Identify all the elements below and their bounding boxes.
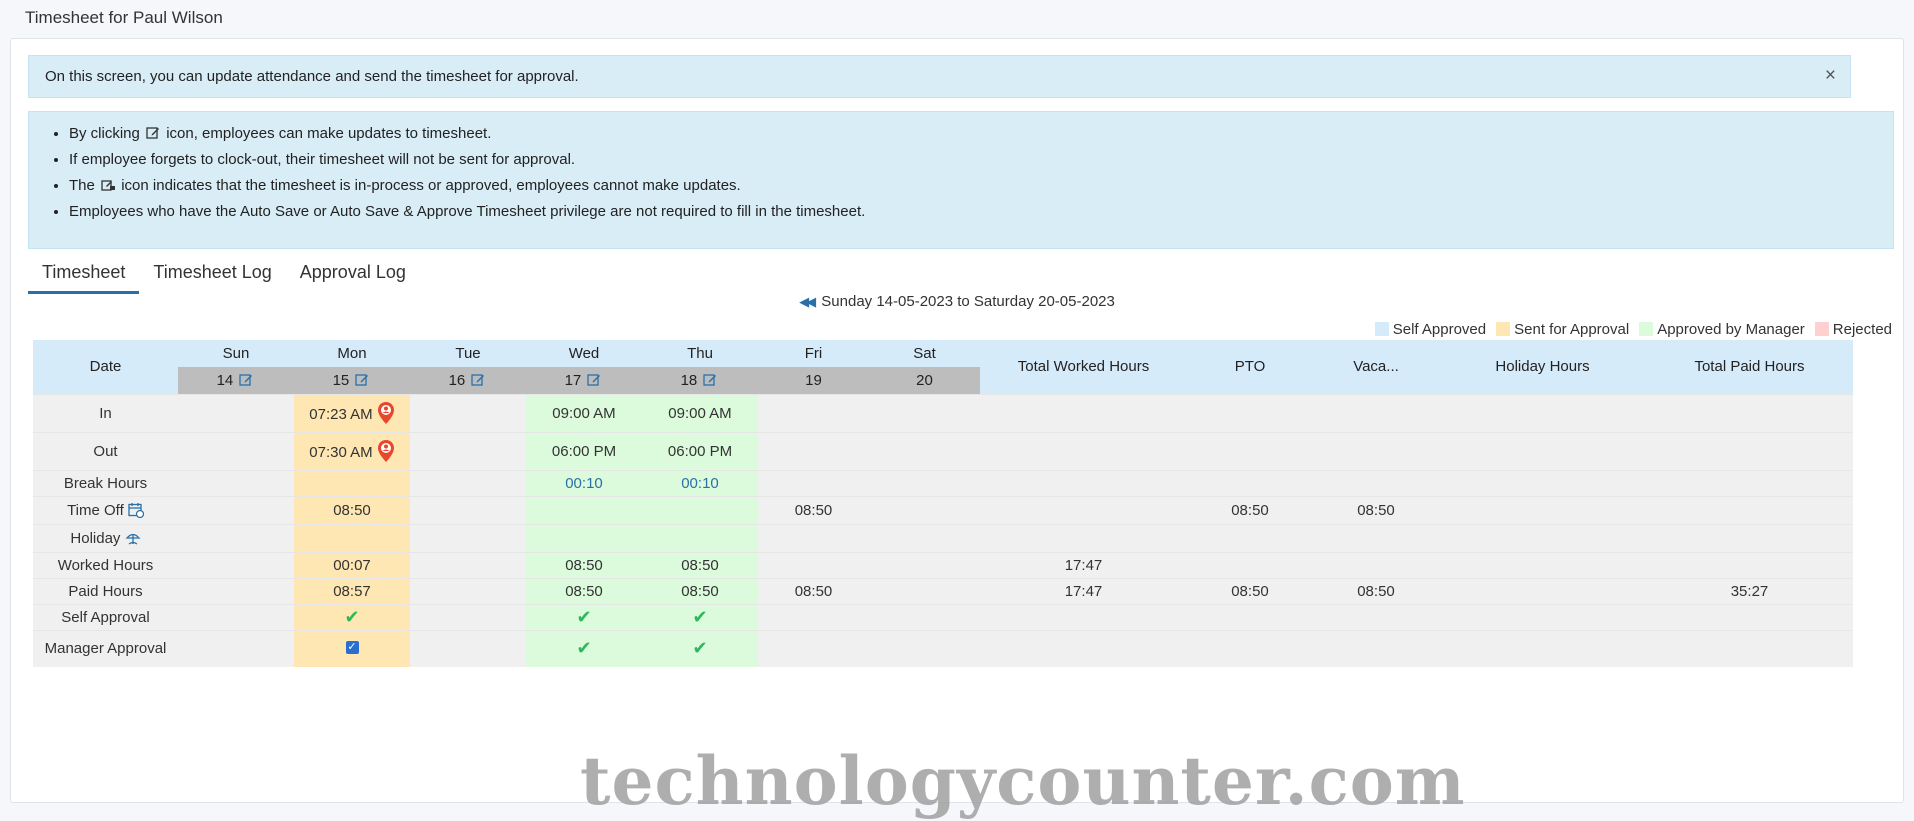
check-icon: ✔: [526, 603, 642, 630]
cell-paid-wed: 08:50: [526, 577, 642, 604]
instruction-item: By clicking icon, employees can make upd…: [69, 126, 1877, 142]
day-header-sun: Sun: [222, 345, 250, 362]
locked-edit-icon: [101, 180, 116, 191]
day-header-fri: Fri: [804, 345, 823, 362]
legend-approved-by-manager: Approved by Manager: [1639, 321, 1805, 338]
day-header-sat: Sat: [913, 345, 936, 362]
day-num-mon[interactable]: 15: [294, 367, 410, 394]
day-header-thu: Thu: [687, 345, 713, 362]
cell-paid-thu: 08:50: [642, 577, 758, 604]
cell-in-wed: 09:00 AM: [526, 393, 642, 432]
rewind-icon[interactable]: ◀◀: [799, 294, 816, 309]
cell-out-wed: 06:00 PM: [526, 431, 642, 470]
day-num-sun[interactable]: 14: [178, 367, 294, 394]
cell-worked-mon: 00:07: [294, 551, 410, 578]
cell-in-thu: 09:00 AM: [642, 393, 758, 432]
day-header-tue: Tue: [455, 345, 481, 362]
edit-icon: [146, 127, 160, 139]
cell-out-thu: 06:00 PM: [642, 431, 758, 470]
check-icon: ✔: [526, 629, 642, 667]
timesheet-table: Date Sun Mon Tue Wed Thu Fri Sat Total W…: [33, 340, 1853, 667]
legend-rejected: Rejected: [1814, 321, 1892, 338]
edit-icon[interactable]: [703, 373, 717, 386]
row-label-paid: Paid Hours: [33, 577, 178, 604]
row-label-in: In: [33, 393, 178, 432]
day-header-wed: Wed: [568, 345, 600, 362]
tab-approval-log[interactable]: Approval Log: [286, 262, 420, 294]
legend-self-approved: Self Approved: [1374, 321, 1486, 338]
cell-timeoff-fri: 08:50: [758, 495, 869, 524]
week-navigator: ◀◀ Sunday 14-05-2023 to Saturday 20-05-2…: [0, 293, 1914, 310]
week-range-label: Sunday 14-05-2023 to Saturday 20-05-2023: [821, 293, 1115, 310]
cell-paid-fri: 08:50: [758, 577, 869, 604]
edit-icon[interactable]: [355, 373, 369, 386]
total-paid-header: Total Paid Hours: [1694, 358, 1805, 376]
page-title: Timesheet for Paul Wilson: [25, 8, 223, 27]
check-icon: ✔: [294, 603, 410, 630]
info-alert: On this screen, you can update attendanc…: [28, 55, 1851, 98]
pto-header: PTO: [1234, 358, 1266, 376]
location-pin-icon[interactable]: [377, 439, 395, 463]
vacation-header: Vaca...: [1353, 358, 1399, 376]
cell-paid-mon: 08:57: [294, 577, 410, 604]
day-num-fri: 19: [758, 367, 869, 394]
cell-paid-total: 17:47: [980, 577, 1187, 604]
calendar-icon[interactable]: [128, 502, 145, 518]
cell-worked-wed: 08:50: [526, 551, 642, 578]
row-label-out: Out: [33, 431, 178, 470]
day-num-wed[interactable]: 17: [526, 367, 642, 394]
row-label-break: Break Hours: [33, 469, 178, 496]
cell-paid-vac: 08:50: [1313, 577, 1439, 604]
cell-out-mon: 07:30 AM: [294, 431, 410, 470]
edit-icon[interactable]: [239, 373, 253, 386]
total-worked-header: Total Worked Hours: [1017, 358, 1150, 376]
tab-timesheet-log[interactable]: Timesheet Log: [139, 262, 285, 294]
cell-paid-pto: 08:50: [1187, 577, 1313, 604]
instruction-item: If employee forgets to clock-out, their …: [69, 152, 1877, 168]
row-label-holiday: Holiday: [33, 523, 178, 552]
cell-timeoff-vac: 08:50: [1313, 495, 1439, 524]
row-label-worked: Worked Hours: [33, 551, 178, 578]
row-label-manager-approval: Manager Approval: [33, 629, 178, 667]
cell-in-mon: 07:23 AM: [294, 393, 410, 432]
check-icon: ✔: [642, 629, 758, 667]
check-icon: ✔: [642, 603, 758, 630]
cell-total-paid: 35:27: [1646, 577, 1853, 604]
edit-icon[interactable]: [587, 373, 601, 386]
row-label-self-approval: Self Approval: [33, 603, 178, 630]
day-num-thu[interactable]: 18: [642, 367, 758, 394]
watermark: technologycounter.com: [580, 742, 1466, 820]
alert-message: On this screen, you can update attendanc…: [45, 68, 579, 85]
cell-break-wed[interactable]: 00:10: [526, 469, 642, 496]
status-legend: Self Approved Sent for Approval Approved…: [1374, 321, 1892, 338]
location-pin-icon[interactable]: [377, 401, 395, 425]
cell-break-thu[interactable]: 00:10: [642, 469, 758, 496]
row-label-time-off: Time Off: [33, 495, 178, 524]
day-num-sat: 20: [869, 367, 980, 394]
date-header: Date: [89, 358, 122, 376]
day-num-tue[interactable]: 16: [410, 367, 526, 394]
tab-bar: Timesheet Timesheet Log Approval Log: [28, 262, 420, 294]
cell-worked-total: 17:47: [980, 551, 1187, 578]
holiday-hours-header: Holiday Hours: [1495, 358, 1590, 376]
instructions-box: By clicking icon, employees can make upd…: [28, 111, 1894, 249]
manager-approval-mon[interactable]: ✓: [294, 629, 410, 667]
instruction-item: The icon indicates that the timesheet is…: [69, 178, 1877, 194]
legend-sent-for-approval: Sent for Approval: [1496, 321, 1629, 338]
edit-icon[interactable]: [471, 373, 485, 386]
tab-timesheet[interactable]: Timesheet: [28, 262, 140, 294]
close-icon[interactable]: ×: [1825, 65, 1836, 87]
cell-worked-thu: 08:50: [642, 551, 758, 578]
cell-timeoff-pto: 08:50: [1187, 495, 1313, 524]
day-header-mon: Mon: [337, 345, 367, 362]
instruction-item: Employees who have the Auto Save or Auto…: [69, 204, 1877, 220]
checkbox-icon[interactable]: ✓: [345, 640, 359, 654]
holiday-icon: [125, 533, 141, 545]
cell-timeoff-mon: 08:50: [294, 495, 410, 524]
